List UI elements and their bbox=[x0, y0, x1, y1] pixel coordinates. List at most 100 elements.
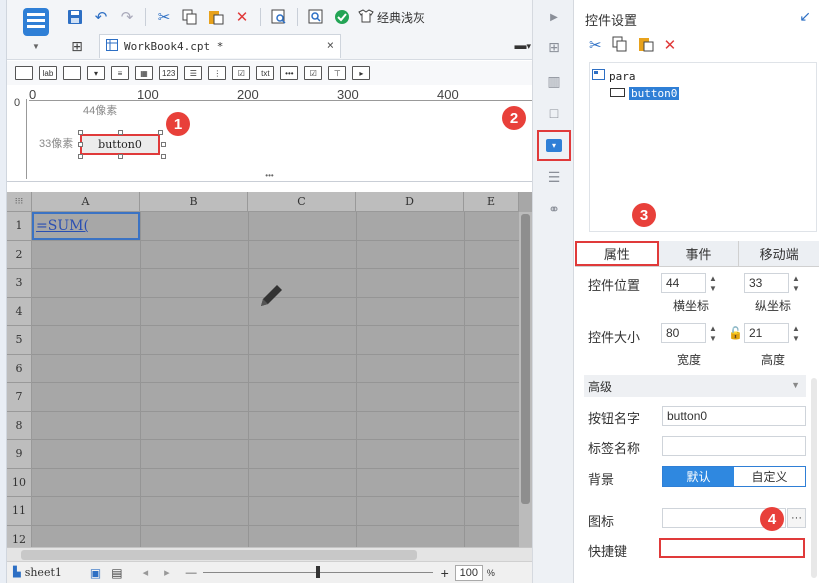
height-input[interactable]: 21 ▲ ▼ bbox=[744, 323, 800, 343]
column-header[interactable]: C bbox=[248, 192, 356, 212]
label-widget-icon[interactable] bbox=[15, 66, 33, 80]
pane-splitter[interactable]: ••• bbox=[7, 172, 532, 182]
text-label-widget-icon[interactable]: lab bbox=[39, 66, 57, 80]
zoom-slider[interactable] bbox=[202, 566, 433, 578]
button-name-input[interactable]: button0 bbox=[662, 406, 806, 426]
row-header[interactable]: 7 bbox=[7, 383, 32, 412]
scroll-right-icon[interactable]: ▸ bbox=[164, 566, 170, 579]
undo-icon[interactable]: ↶ bbox=[91, 7, 111, 27]
save-icon[interactable] bbox=[65, 7, 85, 27]
tab-mobile[interactable]: 移动端 bbox=[739, 241, 819, 266]
list-widget-icon[interactable]: ≡ bbox=[111, 66, 129, 80]
pos-x-input[interactable]: 44 ▲ ▼ bbox=[661, 273, 717, 293]
icon-browse-button[interactable]: ··· bbox=[787, 508, 806, 528]
preview-icon[interactable] bbox=[269, 7, 289, 27]
bg-custom-option[interactable]: 自定义 bbox=[734, 467, 805, 486]
cut-icon[interactable]: ✂ bbox=[589, 36, 602, 56]
column-header[interactable]: B bbox=[140, 192, 248, 212]
resize-handle[interactable] bbox=[78, 130, 83, 135]
height-stepper[interactable]: ▲ ▼ bbox=[790, 324, 802, 344]
scroll-left-icon[interactable]: ◂ bbox=[143, 566, 149, 579]
tree-widget-icon[interactable]: ⊤ bbox=[328, 66, 347, 80]
row-header[interactable]: 8 bbox=[7, 411, 32, 440]
pos-y-input[interactable]: 33 ▲ ▼ bbox=[744, 273, 800, 293]
more-widgets-icon[interactable]: ▸ bbox=[352, 66, 371, 80]
width-input[interactable]: 80 ▲ ▼ bbox=[661, 323, 717, 343]
row-header[interactable]: 6 bbox=[7, 354, 32, 383]
calendar-widget-icon[interactable]: ▦ bbox=[135, 66, 153, 80]
tab-properties[interactable]: 属性 bbox=[575, 241, 659, 266]
copy-icon[interactable] bbox=[612, 36, 628, 56]
row-header[interactable]: 11 bbox=[7, 497, 32, 526]
parameter-design-canvas[interactable]: 0 100 200 300 400 0 44像素 33像素 button0 ••… bbox=[7, 85, 532, 182]
theme-button[interactable]: 经典浅灰 bbox=[358, 8, 425, 26]
expand-arrow-icon[interactable]: ▶ bbox=[545, 8, 563, 26]
zoom-slider-thumb[interactable] bbox=[315, 566, 320, 578]
textbox-widget-icon[interactable] bbox=[63, 66, 81, 80]
row-header[interactable]: 4 bbox=[7, 297, 32, 326]
paste-icon[interactable] bbox=[638, 36, 654, 56]
pos-x-stepper[interactable]: ▲ ▼ bbox=[707, 274, 719, 294]
delete-icon[interactable]: ✕ bbox=[232, 7, 252, 27]
zoom-out-button[interactable]: — bbox=[186, 567, 197, 579]
hyperlink-icon[interactable]: ⚭ bbox=[545, 200, 563, 218]
cut-icon[interactable]: ✂ bbox=[154, 7, 174, 27]
search-icon[interactable] bbox=[306, 7, 326, 27]
app-menu-logo[interactable]: ▼ bbox=[21, 6, 51, 51]
tree-node-button0[interactable]: button0 bbox=[610, 87, 680, 100]
tag-name-input[interactable] bbox=[662, 436, 806, 456]
row-header[interactable]: 2 bbox=[7, 240, 32, 269]
row-header[interactable]: 1 bbox=[7, 212, 32, 241]
copy-icon[interactable] bbox=[180, 7, 200, 27]
tree-node-para[interactable]: para bbox=[592, 69, 636, 83]
horizontal-scroll-thumb[interactable] bbox=[21, 550, 417, 560]
resize-handle[interactable] bbox=[161, 142, 166, 147]
pos-y-stepper[interactable]: ▲ ▼ bbox=[790, 274, 802, 294]
zoom-input[interactable]: 100 bbox=[454, 564, 483, 581]
delete-icon[interactable]: ✕ bbox=[664, 36, 677, 56]
button0-widget[interactable]: button0 bbox=[80, 134, 160, 155]
vertical-scrollbar[interactable] bbox=[519, 212, 532, 547]
close-icon[interactable]: × bbox=[327, 38, 334, 52]
spreadsheet-grid[interactable]: ⁝⁝⁝ A B C D E 1 2 3 4 5 6 7 8 9 10 11 12 =SUM( bbox=[7, 192, 532, 547]
lock-ratio-icon[interactable]: 🔓 bbox=[728, 326, 743, 340]
vertical-scroll-thumb[interactable] bbox=[521, 214, 530, 504]
resize-handle[interactable] bbox=[118, 154, 123, 159]
row-header[interactable]: 9 bbox=[7, 440, 32, 469]
cell-attributes-icon[interactable]: ⊞ bbox=[545, 38, 563, 56]
row-header[interactable]: 12 bbox=[7, 525, 32, 547]
tab-list-menu-icon[interactable]: ▬▾ bbox=[514, 38, 531, 52]
panel-scrollbar[interactable] bbox=[811, 378, 817, 578]
zoom-in-button[interactable]: + bbox=[441, 565, 449, 581]
column-header[interactable]: E bbox=[464, 192, 519, 212]
row-header[interactable]: 5 bbox=[7, 326, 32, 355]
frame-icon[interactable]: □ bbox=[545, 104, 563, 122]
textarea-widget-icon[interactable]: ☰ bbox=[184, 66, 203, 80]
condition-icon[interactable]: ☰ bbox=[545, 168, 563, 186]
add-sheet-icon[interactable]: ▣ bbox=[90, 566, 101, 580]
resize-handle[interactable] bbox=[158, 130, 163, 135]
horizontal-scrollbar[interactable] bbox=[7, 547, 532, 561]
radio-group-widget-icon[interactable]: ⋮ bbox=[208, 66, 227, 80]
column-header[interactable]: A bbox=[32, 192, 140, 212]
cell-element-icon[interactable]: ▥ bbox=[545, 72, 563, 90]
grid-layout-icon[interactable]: ⊞ bbox=[67, 36, 87, 56]
advanced-section-header[interactable]: 高级 ▼ bbox=[584, 375, 806, 397]
resize-handle[interactable] bbox=[78, 142, 83, 147]
widget-settings-icon[interactable]: ▾ bbox=[537, 130, 571, 161]
cell-a1[interactable]: =SUM( bbox=[32, 212, 140, 240]
resize-handle[interactable] bbox=[118, 130, 123, 135]
resize-handle[interactable] bbox=[78, 154, 83, 159]
sheet-tab[interactable]: ▙ sheet1 bbox=[13, 566, 62, 579]
text-widget-icon[interactable]: txt bbox=[256, 66, 275, 80]
tab-workbook4[interactable]: WorkBook4.cpt * × bbox=[99, 34, 341, 58]
row-header[interactable]: 3 bbox=[7, 269, 32, 298]
select-all-corner[interactable]: ⁝⁝⁝ bbox=[7, 192, 32, 212]
row-header[interactable]: 10 bbox=[7, 468, 32, 497]
redo-icon[interactable]: ↷ bbox=[117, 7, 137, 27]
checkbox-group-widget-icon[interactable]: ☑ bbox=[232, 66, 251, 80]
resize-handle[interactable] bbox=[161, 154, 166, 159]
column-header[interactable]: D bbox=[356, 192, 464, 212]
tab-events[interactable]: 事件 bbox=[659, 241, 740, 266]
shortcut-input[interactable] bbox=[659, 538, 805, 558]
